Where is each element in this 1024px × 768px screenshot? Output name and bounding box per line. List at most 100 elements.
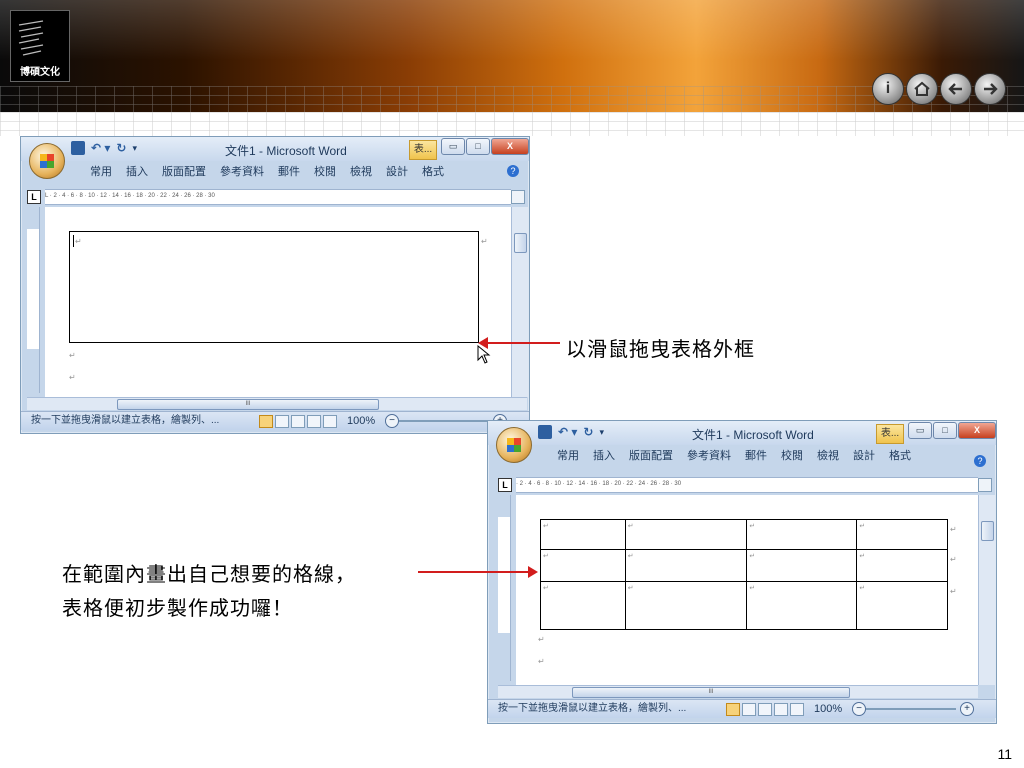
- tab-review[interactable]: 校閱: [774, 447, 810, 463]
- table-tools-context-tab[interactable]: 表...: [409, 140, 437, 160]
- scroll-thumb[interactable]: [514, 233, 527, 253]
- tab-mailings[interactable]: 郵件: [738, 447, 774, 463]
- redo-icon[interactable]: ↻: [583, 425, 593, 439]
- tab-references[interactable]: 參考資料: [680, 447, 738, 463]
- status-bar: 按一下並拖曳滑鼠以建立表格，繪製列、... 100% − +: [21, 411, 529, 430]
- tab-view[interactable]: 檢視: [810, 447, 846, 463]
- zoom-level[interactable]: 100%: [347, 412, 375, 430]
- tab-view[interactable]: 檢視: [343, 163, 379, 179]
- full-screen-view-icon[interactable]: [742, 703, 756, 716]
- annotation-draw-lines-line2: 表格便初步製作成功囉！: [62, 596, 293, 620]
- table-cell[interactable]: ↵: [540, 581, 626, 630]
- hscroll-thumb[interactable]: III: [117, 399, 379, 410]
- document-area[interactable]: ↵ ↵ ↵ ↵ ↵ ↵ ↵ ↵ ↵ ↵ ↵ ↵ ↵ ↵ ↵ ↵ ↵: [516, 495, 978, 685]
- table-cell[interactable]: ↵: [540, 519, 626, 550]
- undo-icon[interactable]: ↶ ▾: [558, 425, 577, 439]
- customize-qat-icon[interactable]: ▾: [132, 143, 137, 154]
- table-cell[interactable]: ↵: [540, 549, 626, 582]
- horizontal-scrollbar[interactable]: III: [27, 397, 527, 410]
- zoom-slider[interactable]: [866, 708, 956, 710]
- drawn-table-outline[interactable]: [69, 231, 479, 343]
- document-area[interactable]: ↵ ↵ ↵ ↵: [45, 207, 511, 397]
- tab-design[interactable]: 設計: [379, 163, 415, 179]
- table-cell[interactable]: ↵: [856, 581, 948, 630]
- tab-stop-selector[interactable]: L: [498, 478, 512, 492]
- zoom-slider[interactable]: [399, 420, 489, 422]
- ribbon-tabs: 常用 插入 版面配置 參考資料 郵件 校閱 檢視 設計 格式: [83, 163, 451, 179]
- save-icon[interactable]: [538, 425, 552, 439]
- view-ruler-icon[interactable]: [511, 190, 525, 204]
- horizontal-ruler[interactable]: · 2 · 4 · 6 · 8 · 10 · 12 · 14 · 16 · 18…: [516, 477, 978, 493]
- hscroll-thumb[interactable]: III: [572, 687, 850, 698]
- vertical-scrollbar[interactable]: [511, 207, 528, 397]
- draft-view-icon[interactable]: [790, 703, 804, 716]
- table-cell[interactable]: ↵: [746, 549, 858, 582]
- annotation-drag-border: 以滑鼠拖曳表格外框: [566, 337, 755, 361]
- tab-layout[interactable]: 版面配置: [622, 447, 680, 463]
- minimize-button[interactable]: ▭: [441, 138, 465, 155]
- status-bar: 按一下並拖曳滑鼠以建立表格，繪製列、... 100% − +: [488, 699, 996, 718]
- web-layout-view-icon[interactable]: [291, 415, 305, 428]
- table-cell[interactable]: ↵: [746, 581, 858, 630]
- help-icon[interactable]: ?: [974, 455, 986, 467]
- table-cell[interactable]: ↵: [746, 519, 858, 550]
- tab-review[interactable]: 校閱: [307, 163, 343, 179]
- table-cell[interactable]: ↵: [856, 519, 948, 550]
- tab-home[interactable]: 常用: [550, 447, 586, 463]
- outline-view-icon[interactable]: [307, 415, 321, 428]
- view-ruler-icon[interactable]: [978, 478, 992, 492]
- close-button[interactable]: X: [491, 138, 529, 155]
- zoom-level[interactable]: 100%: [814, 700, 842, 718]
- table-tools-context-tab[interactable]: 表...: [876, 424, 904, 444]
- window-title: 文件1 - Microsoft Word: [692, 428, 814, 442]
- office-button[interactable]: [29, 143, 65, 179]
- tab-insert[interactable]: 插入: [119, 163, 155, 179]
- redo-icon[interactable]: ↻: [116, 141, 126, 155]
- tab-mailings[interactable]: 郵件: [271, 163, 307, 179]
- info-icon[interactable]: i: [872, 73, 904, 105]
- paragraph-mark: ↵: [481, 237, 488, 246]
- scroll-thumb[interactable]: [981, 521, 994, 541]
- outline-view-icon[interactable]: [774, 703, 788, 716]
- tab-stop-selector[interactable]: L: [27, 190, 41, 204]
- help-icon[interactable]: ?: [507, 165, 519, 177]
- zoom-in-icon[interactable]: +: [960, 702, 974, 716]
- maximize-button[interactable]: □: [933, 422, 957, 439]
- paragraph-mark: ↵: [950, 555, 957, 564]
- maximize-button[interactable]: □: [466, 138, 490, 155]
- web-layout-view-icon[interactable]: [758, 703, 772, 716]
- tab-layout[interactable]: 版面配置: [155, 163, 213, 179]
- horizontal-ruler[interactable]: L · 2 · 4 · 6 · 8 · 10 · 12 · 14 · 16 · …: [45, 189, 511, 205]
- table-cell[interactable]: ↵: [624, 581, 748, 630]
- vertical-ruler[interactable]: [27, 207, 40, 393]
- drawn-table[interactable]: ↵ ↵ ↵ ↵ ↵ ↵ ↵ ↵ ↵ ↵ ↵ ↵: [540, 519, 948, 630]
- table-cell[interactable]: ↵: [856, 549, 948, 582]
- vertical-ruler[interactable]: [498, 495, 511, 681]
- tab-format[interactable]: 格式: [415, 163, 451, 179]
- minimize-button[interactable]: ▭: [908, 422, 932, 439]
- print-layout-view-icon[interactable]: [726, 703, 740, 716]
- save-icon[interactable]: [71, 141, 85, 155]
- tab-insert[interactable]: 插入: [586, 447, 622, 463]
- tab-design[interactable]: 設計: [846, 447, 882, 463]
- close-button[interactable]: X: [958, 422, 996, 439]
- tab-format[interactable]: 格式: [882, 447, 918, 463]
- horizontal-scrollbar[interactable]: III: [498, 685, 978, 698]
- zoom-out-icon[interactable]: −: [852, 702, 866, 716]
- table-cell[interactable]: ↵: [624, 519, 748, 550]
- print-layout-view-icon[interactable]: [259, 415, 273, 428]
- home-icon[interactable]: [906, 73, 938, 105]
- full-screen-view-icon[interactable]: [275, 415, 289, 428]
- zoom-out-icon[interactable]: −: [385, 414, 399, 428]
- back-arrow-icon[interactable]: [940, 73, 972, 105]
- tab-home[interactable]: 常用: [83, 163, 119, 179]
- tab-references[interactable]: 參考資料: [213, 163, 271, 179]
- undo-icon[interactable]: ↶ ▾: [91, 141, 110, 155]
- annotation-arrow-2: [418, 566, 538, 578]
- draft-view-icon[interactable]: [323, 415, 337, 428]
- customize-qat-icon[interactable]: ▾: [599, 427, 604, 438]
- forward-arrow-icon[interactable]: [974, 73, 1006, 105]
- office-button[interactable]: [496, 427, 532, 463]
- vertical-scrollbar[interactable]: [978, 495, 995, 685]
- table-cell[interactable]: ↵: [624, 549, 748, 582]
